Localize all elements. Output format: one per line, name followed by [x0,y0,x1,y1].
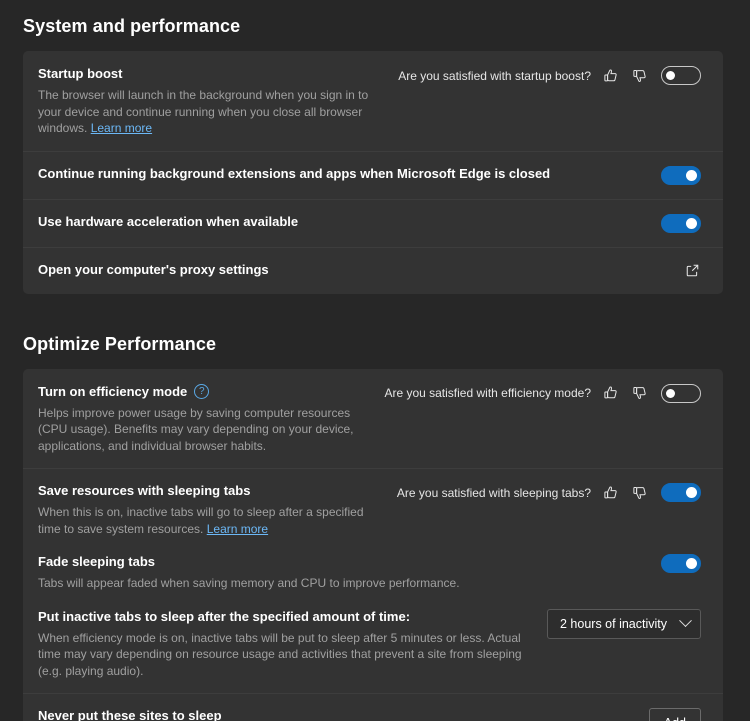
background-extensions-toggle[interactable] [661,165,701,185]
fade-sleeping-tabs-toggle[interactable] [661,554,701,573]
sleeping-tabs-title: Save resources with sleeping tabs [38,483,251,498]
startup-boost-title: Startup boost [38,66,123,81]
startup-boost-toggle[interactable] [661,66,701,85]
external-link-icon[interactable] [683,262,701,280]
never-sleep-sites-title: Never put these sites to sleep [38,708,222,721]
row-background-extensions: Continue running background extensions a… [23,150,723,199]
sleeping-tabs-toggle[interactable] [661,483,701,502]
sleeping-tabs-description-text: When this is on, inactive tabs will go t… [38,505,364,536]
efficiency-mode-feedback: Are you satisfied with efficiency mode? [384,384,649,402]
row-startup-boost: Startup boost The browser will launch in… [23,51,723,151]
fade-sleeping-tabs-title: Fade sleeping tabs [38,554,156,569]
section-heading-optimize-performance: Optimize Performance [23,333,217,354]
section-heading-system-and-performance: System and performance [23,16,241,36]
efficiency-mode-title: Turn on efficiency mode [38,383,188,399]
row-never-sleep-sites: Never put these sites to sleep This also… [23,693,723,721]
row-sleeping-tabs-group: Save resources with sleeping tabs When t… [23,468,723,693]
toggle-knob [686,558,697,569]
sleeping-tabs-feedback-label: Are you satisfied with sleeping tabs? [396,485,591,500]
thumbs-up-icon[interactable] [602,67,620,85]
help-question-icon[interactable]: ? [194,383,210,399]
toggle-knob [686,169,697,181]
startup-boost-feedback-label: Are you satisfied with startup boost? [398,68,591,83]
thumbs-down-icon[interactable] [631,384,649,402]
efficiency-mode-toggle[interactable] [661,383,701,403]
efficiency-mode-description: Helps improve power usage by saving comp… [38,405,354,453]
toggle-knob [666,71,675,80]
inactive-tabs-timeout-description: When efficiency mode is on, inactive tab… [38,630,522,678]
thumbs-up-icon[interactable] [602,384,620,402]
inactive-tabs-timeout-value: 2 hours of inactivity [560,616,667,631]
toggle-knob [686,217,697,229]
row-efficiency-mode: Turn on efficiency mode ? Helps improve … [23,369,723,469]
efficiency-mode-feedback-label: Are you satisfied with efficiency mode? [384,386,591,400]
settings-page: System and performance Startup boost The… [0,0,750,721]
row-fade-sleeping-tabs: Fade sleeping tabs Tabs will appear fade… [38,537,701,592]
thumbs-down-icon[interactable] [631,67,649,85]
add-site-button[interactable]: Add [648,708,701,721]
inactive-tabs-timeout-title: Put inactive tabs to sleep after the spe… [38,608,411,624]
efficiency-mode-title-wrap: Turn on efficiency mode ? [38,383,372,400]
system-performance-card: Startup boost The browser will launch in… [23,51,723,294]
startup-boost-feedback: Are you satisfied with startup boost? [398,67,649,85]
toggle-knob [666,388,675,398]
startup-boost-description-text: The browser will launch in the backgroun… [38,88,369,135]
sleeping-tabs-learn-more-link[interactable]: Learn more [207,522,268,536]
inactive-tabs-timeout-dropdown[interactable]: 2 hours of inactivity [547,608,701,639]
startup-boost-learn-more-link[interactable]: Learn more [91,121,152,135]
row-proxy-settings[interactable]: Open your computer's proxy settings [23,246,723,294]
thumbs-down-icon[interactable] [631,484,649,502]
hardware-acceleration-title: Use hardware acceleration when available [38,213,299,229]
sleeping-tabs-feedback: Are you satisfied with sleeping tabs? [397,484,649,502]
thumbs-up-icon[interactable] [602,484,620,502]
chevron-down-icon [679,614,692,628]
background-extensions-title: Continue running background extensions a… [38,165,551,181]
row-inactive-tabs-timeout: Put inactive tabs to sleep after the spe… [38,592,701,680]
sleeping-tabs-description: When this is on, inactive tabs will go t… [38,504,385,537]
hardware-acceleration-toggle[interactable] [661,213,701,233]
row-hardware-acceleration: Use hardware acceleration when available [23,198,723,247]
proxy-settings-title: Open your computer's proxy settings [38,261,269,277]
toggle-knob [686,487,697,498]
fade-sleeping-tabs-description: Tabs will appear faded when saving memor… [38,576,460,590]
optimize-performance-card: Turn on efficiency mode ? Helps improve … [23,368,723,721]
startup-boost-description: The browser will launch in the backgroun… [38,87,386,137]
